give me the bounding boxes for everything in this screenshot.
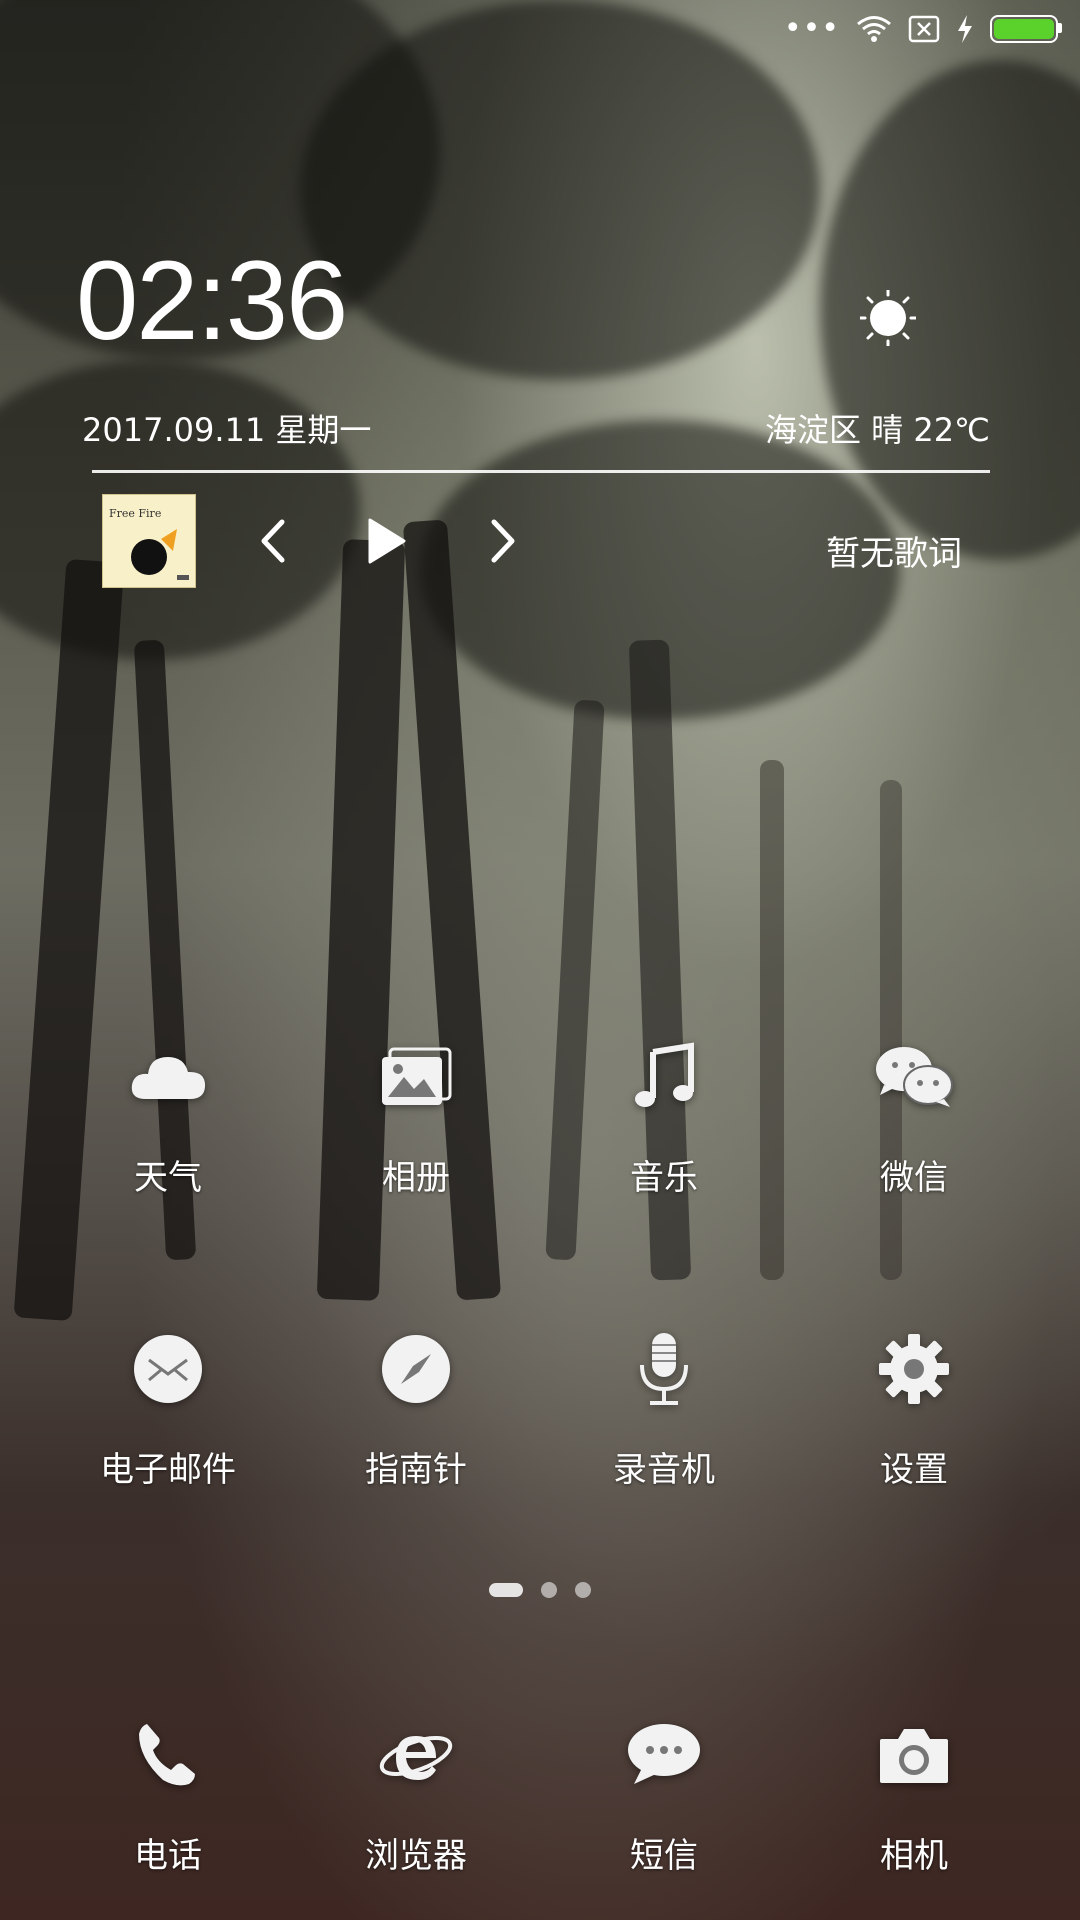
dock-browser[interactable]: 浏览器 [306, 1710, 526, 1877]
music-note-icon [635, 1042, 694, 1107]
chevron-left-icon[interactable] [250, 516, 300, 566]
clock-time[interactable]: 02:36 [76, 245, 348, 357]
phone-icon [139, 1724, 195, 1786]
app-label: 录音机 [613, 1450, 715, 1490]
weather-text[interactable]: 海淀区 晴 22℃ [765, 405, 990, 451]
app-compass[interactable]: 指南针 [306, 1324, 526, 1491]
dock-phone[interactable]: 电话 [58, 1710, 278, 1877]
status-bar: ••• [0, 0, 1080, 62]
chevron-right-icon[interactable] [476, 516, 526, 566]
app-label: 音乐 [630, 1158, 698, 1198]
message-icon [628, 1724, 700, 1784]
page-dot-1[interactable] [489, 1583, 523, 1597]
dock-messages[interactable]: 短信 [554, 1710, 774, 1877]
app-email[interactable]: 电子邮件 [58, 1324, 278, 1491]
svg-text:Free Fire: Free Fire [109, 507, 161, 520]
app-weather[interactable]: 天气 [58, 1032, 278, 1199]
music-widget: Free Fire 暂无歌词 [0, 490, 1080, 600]
widget-divider [92, 470, 990, 473]
sun-icon[interactable] [860, 290, 916, 346]
app-recorder[interactable]: 录音机 [554, 1324, 774, 1491]
app-wechat[interactable]: 微信 [804, 1032, 1024, 1199]
app-music[interactable]: 音乐 [554, 1032, 774, 1199]
dock-camera[interactable]: 相机 [804, 1710, 1024, 1877]
wifi-icon [857, 16, 891, 42]
app-label: 指南针 [365, 1450, 467, 1490]
page-dot-2[interactable] [541, 1582, 557, 1598]
gear-icon [879, 1334, 949, 1404]
app-label: 电子邮件 [100, 1450, 236, 1490]
browser-icon [379, 1735, 453, 1780]
app-gallery[interactable]: 相册 [306, 1032, 526, 1199]
more-dots-icon: ••• [783, 11, 840, 46]
app-label: 浏览器 [365, 1836, 467, 1876]
mail-icon [134, 1335, 202, 1403]
app-label: 微信 [880, 1158, 948, 1198]
lightning-icon [958, 15, 972, 43]
app-label: 电话 [134, 1836, 202, 1876]
no-sim-icon [908, 15, 940, 43]
app-label: 相册 [382, 1158, 450, 1198]
album-art[interactable]: Free Fire [102, 494, 196, 588]
app-label: 短信 [630, 1836, 698, 1876]
camera-icon [880, 1729, 948, 1783]
app-settings[interactable]: 设置 [804, 1324, 1024, 1491]
wechat-icon [876, 1047, 953, 1107]
gallery-icon [382, 1047, 452, 1105]
battery-fill [994, 19, 1054, 39]
battery-indicator [990, 15, 1062, 43]
lyrics-text: 暂无歌词 [826, 534, 962, 574]
page-dot-3[interactable] [575, 1582, 591, 1598]
microphone-icon [640, 1333, 688, 1405]
date-text: 2017.09.11 星期一 [82, 411, 372, 449]
page-indicator[interactable] [0, 1582, 1080, 1598]
app-label: 设置 [880, 1450, 948, 1490]
cloud-icon [131, 1057, 206, 1099]
play-icon[interactable] [360, 516, 410, 566]
app-label: 相机 [880, 1836, 948, 1876]
app-label: 天气 [134, 1158, 202, 1198]
compass-icon [382, 1335, 450, 1403]
